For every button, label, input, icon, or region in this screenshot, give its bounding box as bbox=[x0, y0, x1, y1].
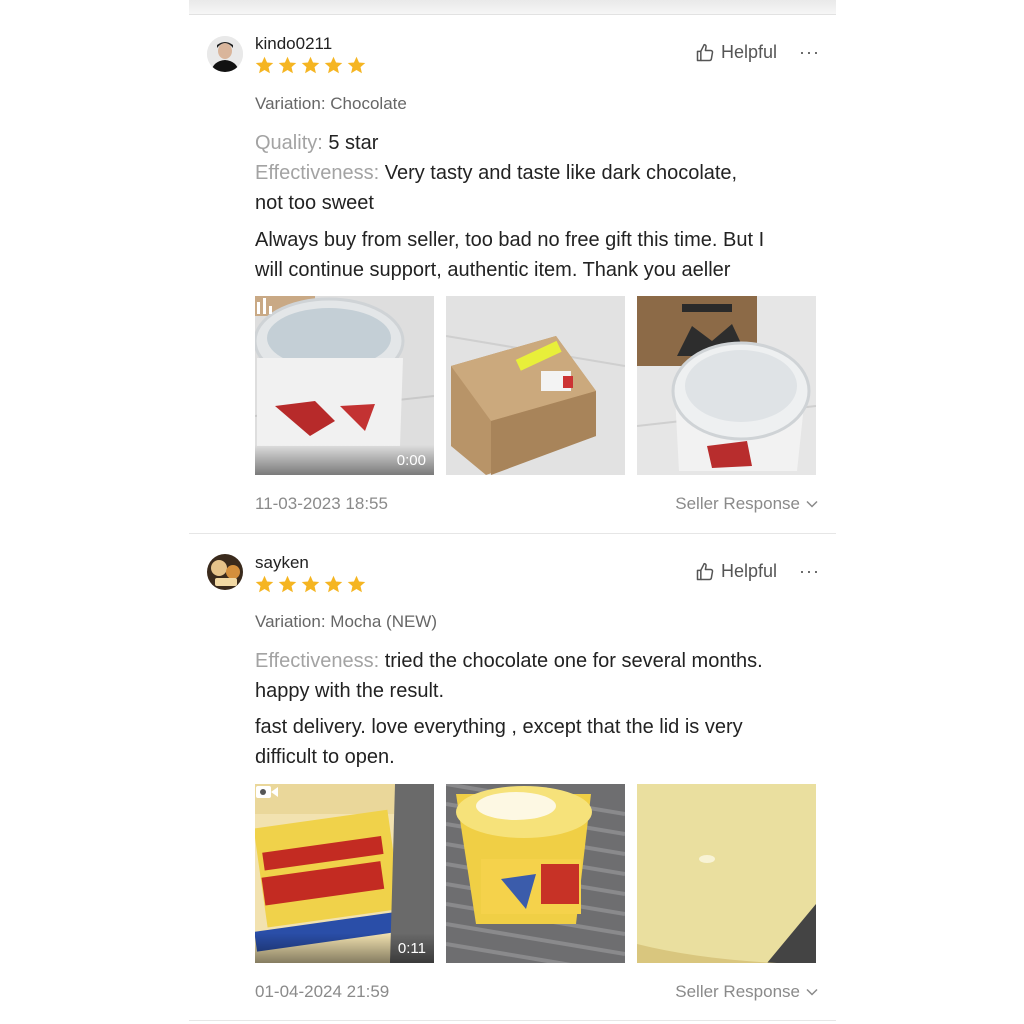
helpful-button[interactable]: Helpful bbox=[695, 42, 777, 63]
review-media: 0:00 bbox=[255, 296, 816, 475]
quality-value: 5 star bbox=[328, 132, 379, 154]
thumbs-up-icon bbox=[696, 43, 714, 61]
star-icon bbox=[347, 56, 366, 74]
effectiveness-line: Effectiveness: Very tasty and taste like… bbox=[255, 158, 825, 188]
effectiveness-label: Effectiveness: bbox=[255, 162, 380, 184]
previous-review-edge bbox=[189, 0, 836, 15]
avatar[interactable] bbox=[207, 36, 243, 72]
more-options-button[interactable]: ··· bbox=[799, 42, 820, 63]
star-icon bbox=[301, 575, 320, 593]
review-comment: fast delivery. love everything , except … bbox=[255, 716, 743, 738]
seller-response-toggle[interactable]: Seller Response bbox=[675, 982, 818, 1002]
helpful-label: Helpful bbox=[721, 561, 778, 581]
review-date: 01-04-2024 21:59 bbox=[255, 982, 390, 1001]
star-icon bbox=[255, 56, 274, 74]
seller-response-label: Seller Response bbox=[675, 982, 800, 1001]
username: kindo0211 bbox=[255, 34, 333, 53]
star-icon bbox=[324, 575, 343, 593]
seller-response-label: Seller Response bbox=[675, 494, 800, 513]
review-card: sayken Helpful ··· Variation: Mocha (NEW… bbox=[189, 534, 836, 1021]
review-photo-thumbnail[interactable] bbox=[446, 296, 625, 475]
star-icon bbox=[301, 56, 320, 74]
helpful-label: Helpful bbox=[721, 42, 778, 62]
video-duration: 0:11 bbox=[397, 940, 426, 957]
chevron-down-icon bbox=[806, 988, 818, 996]
variation: Variation: Chocolate bbox=[255, 94, 407, 113]
video-camera-icon bbox=[256, 786, 278, 798]
effectiveness-text: Very tasty and taste like dark chocolate… bbox=[384, 162, 738, 184]
video-duration: 0:00 bbox=[396, 452, 426, 469]
effectiveness-text-cont: not too sweet bbox=[255, 192, 374, 214]
helpful-button[interactable]: Helpful bbox=[695, 561, 777, 582]
review-date: 11-03-2023 18:55 bbox=[255, 494, 388, 513]
star-icon bbox=[278, 575, 297, 593]
thumbs-up-icon bbox=[696, 562, 714, 580]
effectiveness-text-cont: happy with the result. bbox=[255, 680, 444, 702]
review-photo-thumbnail[interactable] bbox=[446, 784, 625, 963]
seller-response-toggle[interactable]: Seller Response bbox=[675, 494, 818, 514]
star-icon bbox=[324, 56, 343, 74]
review-video-thumbnail[interactable]: 0:11 bbox=[255, 784, 434, 963]
review-media: 0:11 bbox=[255, 784, 816, 963]
review-card: kindo0211 Helpful ··· Variation: Chocola… bbox=[189, 15, 836, 534]
review-comment-cont: will continue support, authentic item. T… bbox=[255, 259, 731, 281]
star-rating bbox=[254, 574, 367, 595]
avatar[interactable] bbox=[207, 554, 243, 590]
review-video-thumbnail[interactable]: 0:00 bbox=[255, 296, 434, 475]
star-icon bbox=[347, 575, 366, 593]
effectiveness-line: Effectiveness: tried the chocolate one f… bbox=[255, 646, 825, 676]
star-icon bbox=[278, 56, 297, 74]
variation: Variation: Mocha (NEW) bbox=[255, 612, 438, 631]
username: sayken bbox=[255, 553, 309, 572]
quality-label: Quality: bbox=[255, 132, 323, 154]
star-icon bbox=[255, 575, 274, 593]
review-photo-thumbnail[interactable] bbox=[637, 784, 816, 963]
audio-bars-icon bbox=[257, 298, 272, 314]
review-comment-cont: difficult to open. bbox=[255, 746, 395, 768]
more-options-button[interactable]: ··· bbox=[799, 561, 820, 582]
quality-line: Quality: 5 star bbox=[255, 128, 825, 158]
star-rating bbox=[254, 55, 367, 76]
review-photo-thumbnail[interactable] bbox=[637, 296, 816, 475]
effectiveness-label: Effectiveness: bbox=[255, 650, 380, 672]
effectiveness-text: tried the chocolate one for several mont… bbox=[384, 650, 763, 672]
chevron-down-icon bbox=[806, 500, 818, 508]
review-comment: Always buy from seller, too bad no free … bbox=[255, 229, 765, 251]
